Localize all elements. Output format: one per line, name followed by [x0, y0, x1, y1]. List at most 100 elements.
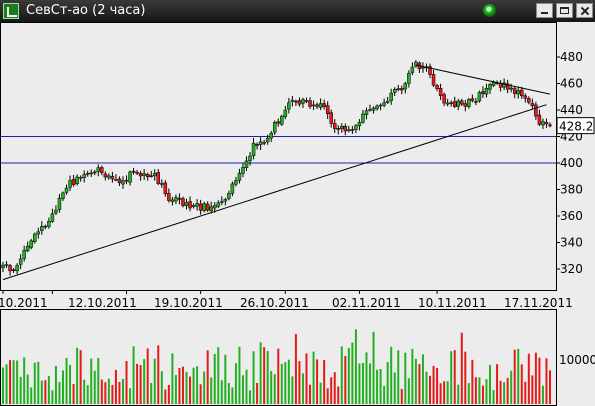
- volume-bar: [213, 354, 216, 404]
- volume-bar: [485, 379, 488, 404]
- volume-bar: [153, 358, 156, 404]
- candle-body: [516, 90, 520, 95]
- candle-body: [463, 103, 468, 107]
- candle-body: [452, 101, 457, 107]
- volume-bar: [139, 365, 142, 404]
- candle-body: [276, 121, 281, 124]
- volume-bar: [146, 348, 149, 404]
- candle-body: [449, 102, 453, 104]
- volume-bar: [104, 382, 107, 404]
- candle-body: [170, 199, 175, 202]
- candle-body: [329, 112, 333, 124]
- volume-bar: [2, 367, 4, 404]
- candle-body: [47, 221, 51, 227]
- candle-body: [234, 180, 238, 185]
- volume-bar: [298, 361, 301, 404]
- candle-body: [520, 89, 524, 97]
- candle-body: [244, 160, 249, 168]
- volume-bar: [90, 358, 93, 404]
- candle-body: [396, 88, 401, 90]
- volume-bar: [541, 385, 544, 404]
- chart-area[interactable]: 32034036038040042044046048010.2011 12.10.…: [0, 22, 595, 406]
- volume-bar: [100, 379, 103, 404]
- volume-bar: [421, 354, 424, 404]
- volume-bar: [361, 363, 364, 404]
- price-tick-label: 400: [560, 156, 583, 170]
- volume-bar: [379, 368, 382, 404]
- volume-bar: [280, 363, 283, 404]
- candle-body: [11, 269, 16, 271]
- candle-body: [202, 203, 206, 211]
- candle-body: [64, 187, 69, 193]
- candle-body: [548, 124, 552, 127]
- minimize-button[interactable]: [536, 3, 553, 18]
- candle-body: [498, 83, 503, 88]
- volume-bar: [224, 354, 227, 404]
- candle-body: [4, 264, 9, 266]
- candle-body: [357, 122, 362, 127]
- volume-bar: [340, 346, 343, 404]
- candle-body: [512, 88, 517, 94]
- candle-body: [22, 249, 26, 259]
- volume-bar: [86, 385, 89, 404]
- volume-bar: [19, 376, 22, 404]
- volume-bar: [393, 372, 396, 404]
- price-tick-label: 380: [560, 183, 583, 197]
- candle-body: [149, 175, 153, 177]
- volume-bar: [33, 362, 36, 404]
- price-tick-label: 340: [560, 236, 583, 250]
- candle-body: [297, 100, 302, 105]
- date-tick-label: 26.10.2011: [240, 296, 309, 310]
- volume-bar: [330, 377, 333, 404]
- volume-bar: [150, 382, 153, 404]
- volume-bar: [457, 384, 460, 404]
- window-title: СевСт-ао (2 часа): [26, 3, 146, 18]
- volume-bar: [241, 375, 244, 404]
- volume-bar: [199, 384, 202, 404]
- price-tick-label: 460: [560, 77, 583, 91]
- volume-bar: [545, 358, 548, 404]
- candle-body: [325, 105, 330, 115]
- volume-bar: [189, 376, 192, 404]
- volume-bar: [185, 371, 188, 404]
- candle-body: [18, 258, 23, 265]
- candle-body: [368, 109, 372, 111]
- price-tick-label: 320: [560, 262, 583, 276]
- volume-bar: [301, 373, 304, 404]
- volume-bar: [277, 348, 280, 404]
- candle-body: [209, 206, 213, 212]
- volume-bar: [517, 348, 520, 404]
- volume-bar: [414, 358, 417, 404]
- volume-bar: [111, 385, 114, 404]
- volume-bar: [192, 367, 195, 404]
- title-bar[interactable]: СевСт-ао (2 часа): [0, 0, 595, 22]
- volume-bar: [270, 371, 273, 404]
- volume-bar: [12, 360, 15, 404]
- volume-bar: [231, 387, 234, 404]
- volume-bar: [69, 364, 72, 404]
- volume-bar: [305, 353, 308, 404]
- candle-body: [131, 170, 136, 173]
- candle-body: [212, 205, 217, 209]
- maximize-button[interactable]: [556, 3, 573, 18]
- date-tick-label: 10.2011: [0, 296, 48, 310]
- candle-body: [534, 104, 538, 117]
- volume-bar: [125, 360, 128, 404]
- candle-body: [301, 99, 305, 104]
- volume-bar: [136, 363, 139, 404]
- green-led-icon: [483, 4, 496, 17]
- candle-body: [385, 101, 390, 103]
- volume-bar: [196, 366, 199, 404]
- candle-body: [431, 74, 436, 86]
- volume-bar: [266, 351, 269, 404]
- close-button[interactable]: [576, 3, 593, 18]
- candle-body: [184, 202, 189, 206]
- volume-bar: [365, 352, 368, 404]
- volume-bar: [273, 374, 276, 404]
- price-tick-label: 440: [560, 103, 583, 117]
- candle-body: [287, 102, 291, 110]
- candle-body: [435, 85, 439, 90]
- volume-bar: [238, 346, 241, 404]
- volume-bar: [425, 371, 428, 404]
- candle-body: [145, 174, 150, 177]
